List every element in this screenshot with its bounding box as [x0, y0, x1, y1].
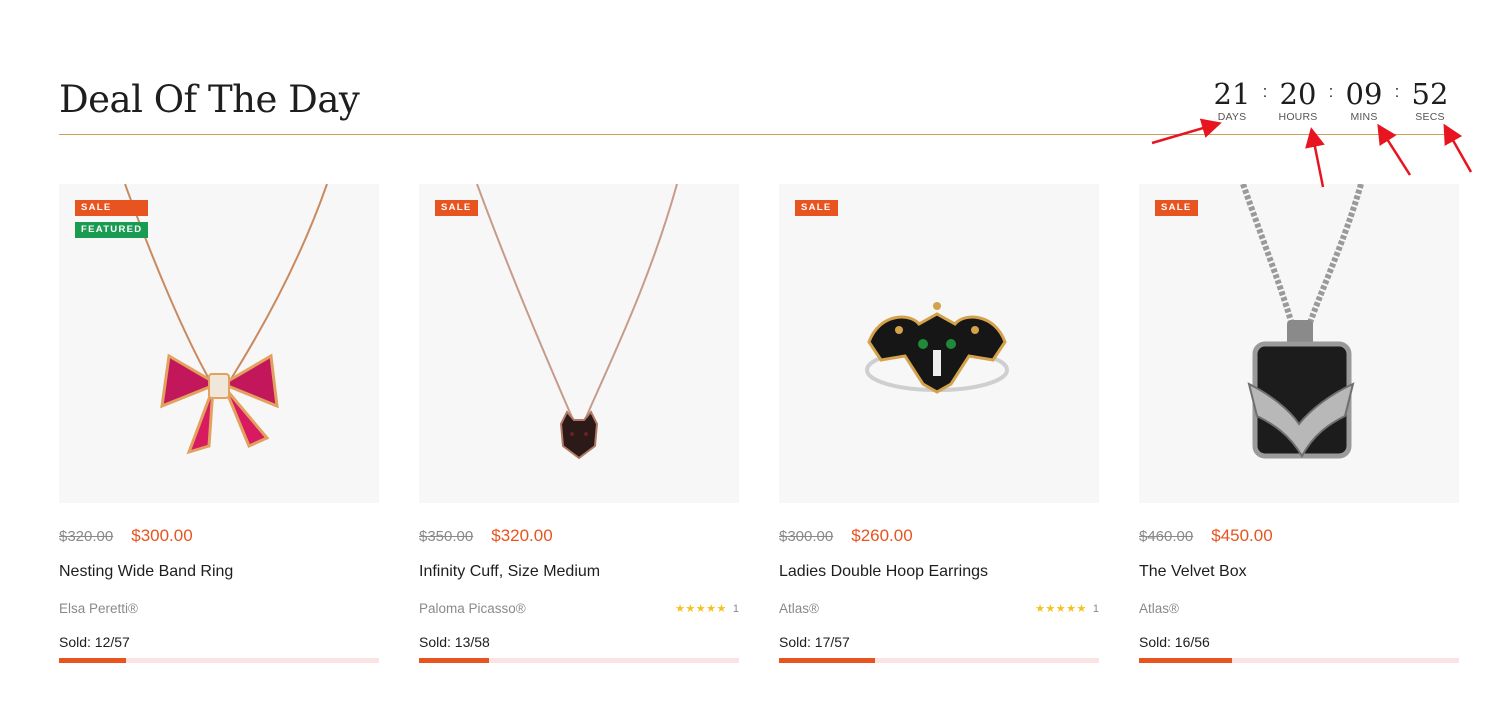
sold-progress-bar: [59, 658, 379, 663]
old-price: $320.00: [59, 528, 114, 545]
product-image[interactable]: SALE: [1139, 184, 1459, 503]
countdown-days-value: 21: [1213, 77, 1251, 111]
product-card[interactable]: SALE $460.00 $450.00 The Velvet Box Atla…: [1139, 184, 1459, 664]
product-badges: SALE: [435, 200, 478, 216]
product-meta: Elsa Peretti®: [59, 601, 379, 616]
brand-name: Atlas®: [1139, 601, 1179, 616]
countdown-mins-value: 09: [1345, 77, 1383, 111]
product-grid: SALE FEATURED $320.00 $300.00 Nesting Wi…: [59, 184, 1459, 674]
sale-price: $450.00: [1211, 526, 1273, 545]
old-price: $300.00: [779, 528, 834, 545]
product-card[interactable]: SALE $300.00 $260.00 Ladies Double Hoop …: [779, 184, 1099, 664]
countdown-separator: :: [1328, 82, 1334, 101]
countdown-days-label: DAYS: [1217, 111, 1247, 123]
panther-pendant-necklace-icon: [476, 184, 678, 460]
old-price: $460.00: [1139, 528, 1194, 545]
sale-badge: SALE: [75, 200, 149, 216]
sale-price: $300.00: [131, 526, 193, 545]
sold-progress-bar: [419, 658, 739, 663]
product-badges: SALE: [1155, 200, 1198, 216]
price-row: $460.00 $450.00: [1139, 526, 1273, 546]
price-row: $300.00 $260.00: [779, 526, 913, 546]
sold-count: Sold: 12/57: [59, 634, 130, 650]
sold-progress-fill: [779, 658, 875, 663]
product-card[interactable]: SALE FEATURED $320.00 $300.00 Nesting Wi…: [59, 184, 379, 664]
product-rating: ★★★★★ 1: [1035, 602, 1099, 616]
sale-badge: SALE: [435, 200, 478, 216]
product-card[interactable]: SALE $350.00 $320.00 Infinity Cuff, Size…: [419, 184, 739, 664]
product-name-link[interactable]: Ladies Double Hoop Earrings: [779, 563, 988, 581]
star-rating-icon: ★★★★★: [675, 603, 727, 615]
sold-count: Sold: 17/57: [779, 634, 850, 650]
product-badges: SALE: [795, 200, 838, 216]
product-image[interactable]: SALE: [779, 184, 1099, 503]
section-title: Deal Of The Day: [59, 78, 360, 121]
countdown-hours-label: HOURS: [1278, 111, 1318, 123]
product-name-link[interactable]: Nesting Wide Band Ring: [59, 563, 233, 581]
product-rating: ★★★★★ 1: [675, 602, 739, 616]
countdown-secs: 52 SECS: [1408, 78, 1452, 123]
panther-ring-icon: [865, 302, 1009, 394]
countdown-mins-label: MINS: [1350, 111, 1378, 123]
countdown-separator: :: [1394, 82, 1400, 101]
product-name-link[interactable]: The Velvet Box: [1139, 563, 1247, 581]
product-image[interactable]: SALE: [419, 184, 739, 503]
brand-name: Elsa Peretti®: [59, 601, 138, 616]
featured-badge: FEATURED: [75, 222, 149, 238]
sale-price: $320.00: [491, 526, 553, 545]
price-row: $320.00 $300.00: [59, 526, 193, 546]
sale-badge: SALE: [1155, 200, 1198, 216]
sold-progress-bar: [1139, 658, 1459, 663]
countdown-mins: 09 MINS: [1342, 78, 1386, 123]
sold-count: Sold: 16/56: [1139, 634, 1210, 650]
sold-progress-fill: [419, 658, 490, 663]
section-divider: [59, 134, 1459, 135]
deal-of-the-day-section: Deal Of The Day 21 DAYS : 20 HOURS : 09 …: [59, 0, 1459, 713]
countdown-hours-value: 20: [1279, 77, 1317, 111]
sold-progress-fill: [1139, 658, 1232, 663]
sold-count: Sold: 13/58: [419, 634, 490, 650]
product-badges: SALE FEATURED: [75, 200, 149, 238]
rating-count: 1: [1092, 602, 1099, 615]
product-image[interactable]: SALE FEATURED: [59, 184, 379, 503]
product-meta: Atlas® ★★★★★ 1: [779, 601, 1099, 616]
rating-count: 1: [732, 602, 739, 615]
sale-badge: SALE: [795, 200, 838, 216]
star-rating-icon: ★★★★★: [1035, 603, 1087, 615]
product-name-link[interactable]: Infinity Cuff, Size Medium: [419, 563, 600, 581]
countdown-days: 21 DAYS: [1210, 78, 1254, 123]
countdown-secs-label: SECS: [1415, 111, 1445, 123]
brand-name: Atlas®: [779, 601, 819, 616]
price-row: $350.00 $320.00: [419, 526, 553, 546]
sold-progress-bar: [779, 658, 1099, 663]
brand-name: Paloma Picasso®: [419, 601, 526, 616]
old-price: $350.00: [419, 528, 474, 545]
sold-progress-fill: [59, 658, 127, 663]
sale-price: $260.00: [851, 526, 913, 545]
product-meta: Atlas®: [1139, 601, 1459, 616]
countdown-separator: :: [1262, 82, 1268, 101]
countdown-timer: 21 DAYS : 20 HOURS : 09 MINS : 52 SECS: [1210, 78, 1452, 123]
countdown-hours: 20 HOURS: [1276, 78, 1320, 123]
eagle-pendant-necklace-icon: [1240, 184, 1364, 459]
product-meta: Paloma Picasso® ★★★★★ 1: [419, 601, 739, 616]
countdown-secs-value: 52: [1411, 77, 1449, 111]
